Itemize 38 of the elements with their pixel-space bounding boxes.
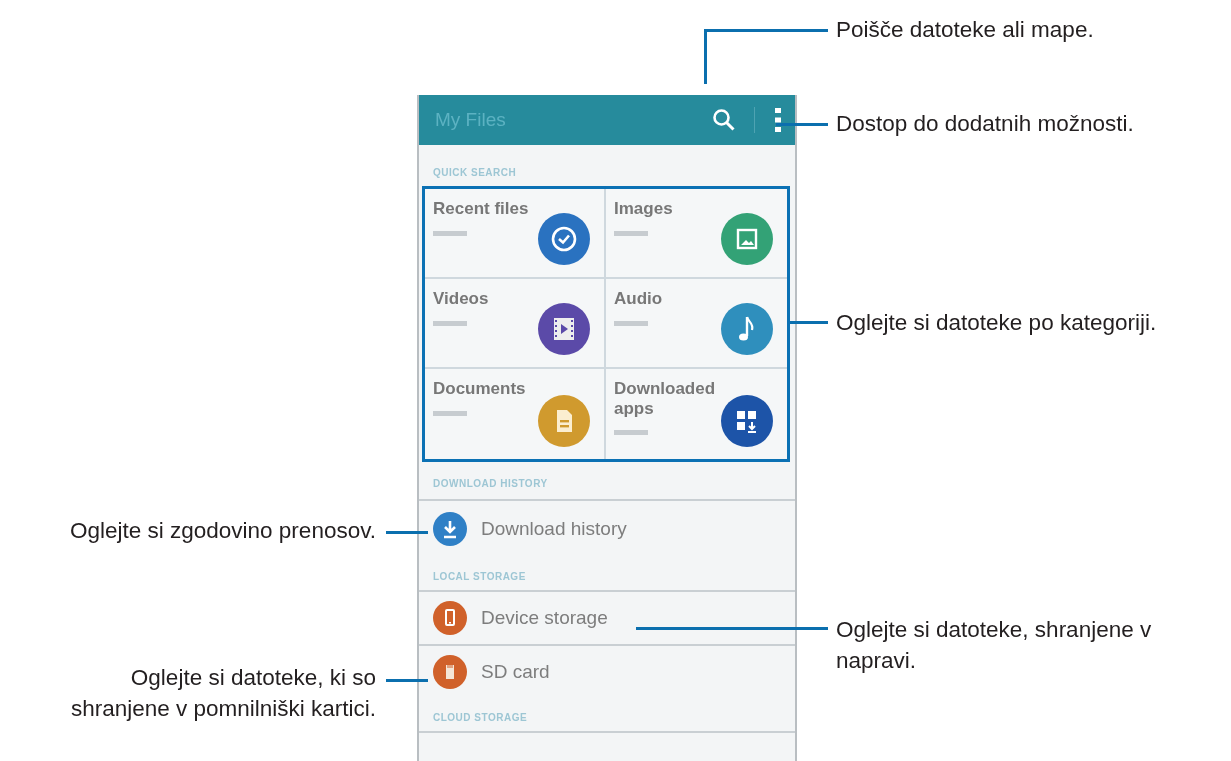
category-label: Images [614,199,674,219]
category-tile[interactable]: Videos [425,279,606,369]
category-label: Recent files [433,199,530,219]
redacted-size-bar [614,320,648,326]
redacted-size-bar [614,230,648,236]
category-label: Audio [614,289,664,309]
callout-text: Oglejte si datoteke, shranjene v napravi. [836,616,1152,675]
callout-text: Oglejte si zgodovino prenosov. [70,517,376,545]
callout-text: Poišče datoteke ali mape. [836,16,1094,44]
category-label: Downloaded apps [614,379,717,419]
section-header: LOCAL STORAGE [433,570,526,584]
category-tile[interactable]: Downloaded apps [606,369,787,459]
redacted-size-bar [433,230,467,236]
storage-row[interactable]: Download history [419,499,795,557]
category-tile[interactable]: Documents [425,369,606,459]
section-header: DOWNLOAD HISTORY [433,477,548,491]
category-tile[interactable]: Images [606,189,787,279]
redacted-size-bar [614,430,648,436]
search-icon[interactable] [712,108,736,132]
storage-row[interactable]: SD card [419,644,795,698]
row-label: Download history [481,516,627,541]
callout-text: Oglejte si datoteke, ki so shranjene v pomnilniški kartici. [70,664,376,723]
category-label: Videos [433,289,490,309]
leader-line [386,679,428,682]
callout-text: Dostop do dodatnih možnosti. [836,110,1134,138]
row-label: SD card [481,659,550,684]
category-label: Documents [433,379,527,399]
redacted-size-bar [433,320,467,326]
row-label: Device storage [481,605,608,630]
leader-line [386,531,428,534]
callout-text: Oglejte si datoteke po kategoriji. [836,309,1157,337]
section-header: CLOUD STORAGE [433,711,528,725]
section-header: QUICK SEARCH [433,166,517,180]
redacted-size-bar [433,410,467,416]
category-tile[interactable]: Audio [606,279,787,369]
menu-icon[interactable] [775,108,781,132]
category-tile[interactable]: Recent files [425,189,606,279]
leader-line [776,123,828,126]
